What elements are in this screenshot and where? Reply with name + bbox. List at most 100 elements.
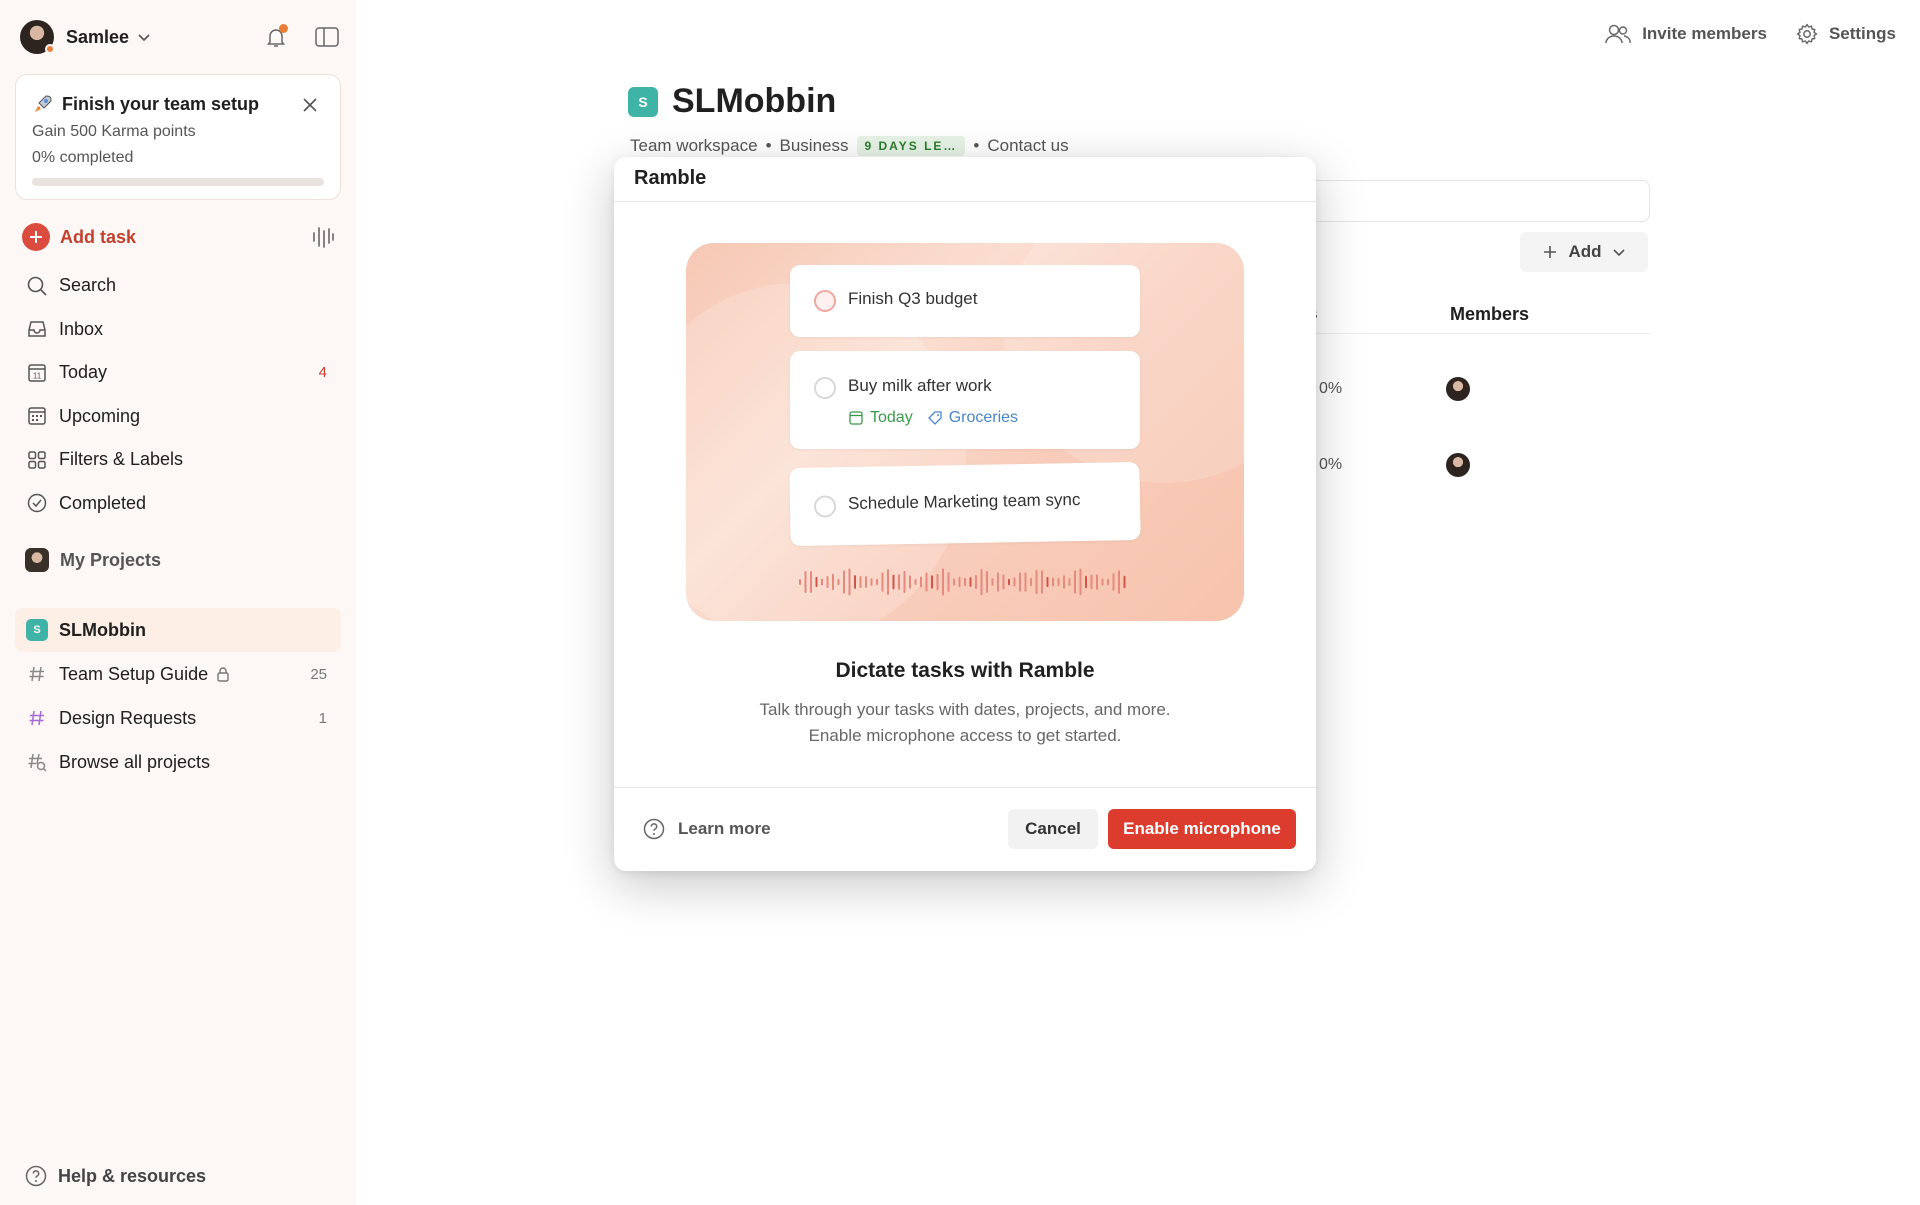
illustration-task-card: Finish Q3 budget [790, 265, 1140, 337]
sidebar-item-label: Filters & Labels [59, 449, 184, 470]
setup-subtitle: Gain 500 Karma points [32, 123, 196, 140]
chevron-down-icon[interactable] [137, 30, 151, 44]
workspace-badge-letter: S [26, 619, 48, 641]
bell-icon[interactable] [264, 24, 288, 49]
workspace-header: S SLMobbin [628, 82, 836, 121]
sidebar-item-label: Search [59, 275, 117, 296]
modal-heading: Dictate tasks with Ramble [835, 659, 1095, 682]
inbox-icon [25, 318, 49, 340]
status-dot [45, 44, 55, 54]
my-projects-avatar [25, 548, 49, 572]
sidebar-item-label: Upcoming [59, 405, 141, 426]
trial-badge: 9 DAYS LE… [856, 136, 966, 156]
add-dropdown-button[interactable]: Add [1520, 232, 1648, 272]
hash-icon [25, 708, 49, 728]
learn-more-label: Learn more [678, 819, 771, 838]
ramble-illustration: Finish Q3 budget Buy milk after work Tod… [686, 243, 1244, 621]
svg-text:11: 11 [33, 371, 42, 380]
sidebar-item-today[interactable]: 11 Today 4 [15, 351, 341, 395]
sidebar-item-browse-projects[interactable]: Browse all projects [15, 740, 341, 784]
workspace-badge-icon: S [25, 619, 49, 641]
sidebar-item-inbox[interactable]: Inbox [15, 308, 341, 352]
calendar-icon [848, 410, 864, 426]
page-title: SLMobbin [672, 82, 837, 120]
close-icon[interactable] [302, 97, 318, 113]
task-checkbox-icon [814, 377, 836, 399]
project-count: 1 [318, 709, 327, 727]
contact-us-link[interactable]: Contact us [987, 136, 1068, 156]
divider [614, 787, 1316, 788]
top-actions: Invite members Settings [1604, 22, 1896, 46]
question-circle-icon [24, 1164, 48, 1188]
project-list: S SLMobbin Team Setup Guide 25 Design Re… [15, 608, 341, 784]
search-icon [25, 275, 49, 297]
sidebar-item-completed[interactable]: Completed [15, 482, 341, 526]
setup-progress-bar [32, 178, 324, 186]
illustration-task-card: Buy milk after work Today Groceries [790, 351, 1140, 449]
setup-progress-text: 0% completed [32, 149, 134, 166]
help-label: Help & resources [58, 1165, 207, 1186]
separator-dot: • [765, 136, 772, 155]
plus-icon [22, 223, 50, 251]
add-task-button[interactable]: Add task [22, 220, 336, 254]
divider [614, 201, 1316, 202]
member-avatar [1446, 453, 1470, 477]
column-header-members: Members [1450, 304, 1530, 324]
gear-icon [1795, 22, 1819, 46]
invite-members-button[interactable]: Invite members [1604, 23, 1767, 45]
sidebar-item-label: Inbox [59, 318, 104, 339]
user-name[interactable]: Samlee [66, 27, 129, 48]
settings-label: Settings [1828, 24, 1896, 43]
team-setup-card[interactable]: Finish your team setup Gain 500 Karma po… [15, 74, 341, 200]
sidebar-item-design-requests[interactable]: Design Requests 1 [15, 696, 341, 740]
workspace-meta: Team workspace • Business 9 DAYS LE… • C… [630, 136, 1069, 156]
project-label: SLMobbin [59, 619, 146, 640]
rocket-icon [32, 93, 54, 115]
add-task-label: Add task [60, 226, 137, 247]
tag-icon [927, 410, 943, 426]
workspace-type: Team workspace [630, 136, 758, 155]
sidebar-toggle-icon[interactable] [314, 25, 340, 49]
calendar-grid-icon [25, 405, 49, 427]
separator-dot: • [973, 136, 980, 155]
enable-microphone-button[interactable]: Enable microphone [1108, 809, 1296, 849]
sidebar-item-filters-labels[interactable]: Filters & Labels [15, 438, 341, 482]
chevron-down-icon [1612, 245, 1626, 259]
waveform-icon[interactable] [310, 223, 336, 251]
settings-button[interactable]: Settings [1795, 22, 1896, 46]
task-label: Groceries [927, 409, 1018, 427]
modal-description: Talk through your tasks with dates, proj… [759, 700, 1171, 745]
setup-title-row: Finish your team setup [32, 93, 259, 115]
my-projects-label: My Projects [60, 549, 162, 570]
question-circle-icon [642, 817, 666, 841]
task-text: Schedule Marketing team sync [847, 489, 1081, 514]
row-progress: 0% [1319, 456, 1343, 473]
sidebar-item-search[interactable]: Search [15, 264, 341, 308]
sidebar-item-label: Completed [59, 492, 147, 513]
help-resources-button[interactable]: Help & resources [24, 1164, 206, 1188]
avatar[interactable] [20, 20, 55, 54]
project-label: Team Setup Guide [59, 663, 209, 684]
row-progress: 0% [1319, 380, 1343, 397]
ramble-modal: Ramble Finish Q3 budget Buy milk after w… [614, 157, 1316, 871]
calendar-today-icon: 11 [25, 362, 49, 384]
learn-more-link[interactable]: Learn more [642, 817, 771, 841]
check-circle-icon [25, 492, 49, 514]
task-checkbox-icon [813, 495, 837, 518]
sidebar-item-count: 4 [318, 364, 327, 382]
task-meta: Today Groceries [848, 409, 1018, 427]
invite-members-label: Invite members [1642, 24, 1767, 43]
lock-icon [216, 666, 230, 682]
illustration-task-card: Schedule Marketing team sync [789, 461, 1141, 547]
sidebar-item-upcoming[interactable]: Upcoming [15, 395, 341, 439]
cancel-button[interactable]: Cancel [1008, 809, 1098, 849]
add-label: Add [1568, 242, 1602, 261]
task-checkbox-icon [814, 290, 836, 312]
sidebar-item-team-setup-guide[interactable]: Team Setup Guide 25 [15, 652, 341, 696]
setup-title: Finish your team setup [62, 93, 260, 114]
my-projects-header[interactable]: My Projects [25, 548, 161, 572]
hash-icon [25, 664, 49, 684]
sidebar-item-slmobbin[interactable]: S SLMobbin [15, 608, 341, 652]
notification-badge [279, 24, 288, 33]
sidebar-item-label: Today [59, 362, 108, 383]
